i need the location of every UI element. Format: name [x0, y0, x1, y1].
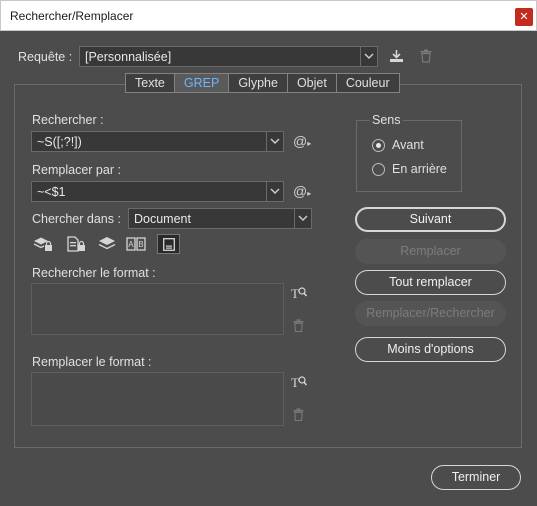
footnotes-toggle[interactable] — [157, 234, 180, 254]
special-characters-icon[interactable]: @▸ — [293, 133, 311, 149]
trash-icon[interactable] — [293, 319, 304, 332]
replace-format-box[interactable] — [31, 372, 284, 426]
direction-group — [356, 120, 462, 192]
chevron-down-icon[interactable] — [266, 132, 283, 151]
query-dropdown[interactable]: [Personnalisée] — [79, 46, 378, 67]
close-button[interactable]: ✕ — [515, 8, 533, 26]
replace-value: ~<$1 — [37, 185, 66, 199]
search-label: Rechercher : — [32, 113, 104, 127]
replace-find-button[interactable]: Remplacer/Rechercher — [355, 301, 506, 326]
svg-text:A: A — [128, 240, 134, 249]
radio-forward-label[interactable]: Avant — [392, 138, 424, 152]
fewer-options-button[interactable]: Moins d'options — [355, 337, 506, 362]
hidden-layers-icon[interactable] — [98, 236, 116, 251]
done-button[interactable]: Terminer — [431, 465, 521, 490]
search-value: ~S([;?!]) — [37, 135, 82, 149]
search-input[interactable]: ~S([;?!]) — [31, 131, 284, 152]
close-icon: ✕ — [519, 11, 529, 23]
find-format-label: Rechercher le format : — [32, 266, 156, 280]
svg-text:T: T — [291, 286, 299, 300]
query-label: Requête : — [18, 50, 73, 64]
title-bar: Rechercher/Remplacer ✕ — [0, 0, 537, 31]
replace-button[interactable]: Remplacer — [355, 239, 506, 264]
chevron-down-icon[interactable] — [266, 182, 283, 201]
scope-dropdown[interactable]: Document — [128, 208, 312, 229]
locked-layers-icon[interactable] — [33, 236, 53, 252]
replace-label: Remplacer par : — [32, 163, 121, 177]
find-format-box[interactable] — [31, 283, 284, 335]
window-title: Rechercher/Remplacer — [10, 9, 134, 23]
tab-texte[interactable]: Texte — [126, 74, 175, 92]
replace-format-label: Remplacer le format : — [32, 355, 152, 369]
tab-couleur[interactable]: Couleur — [337, 74, 399, 92]
specify-format-icon[interactable]: T — [291, 374, 307, 389]
tab-grep[interactable]: GREP — [174, 74, 230, 92]
scope-value: Document — [134, 212, 191, 226]
specify-format-icon[interactable]: T — [291, 285, 307, 300]
radio-backward-label[interactable]: En arrière — [392, 162, 447, 176]
radio-backward[interactable] — [372, 163, 385, 176]
chevron-down-icon — [294, 209, 311, 228]
replace-input[interactable]: ~<$1 — [31, 181, 284, 202]
tab-objet[interactable]: Objet — [288, 74, 337, 92]
svg-text:B: B — [138, 240, 143, 249]
chevron-down-icon — [360, 47, 377, 66]
save-query-icon[interactable] — [389, 49, 404, 63]
next-button[interactable]: Suivant — [355, 207, 506, 232]
radio-forward[interactable] — [372, 139, 385, 152]
locked-stories-icon[interactable] — [66, 236, 86, 252]
direction-legend: Sens — [370, 113, 403, 127]
trash-icon[interactable] — [293, 408, 304, 421]
special-characters-icon[interactable]: @▸ — [293, 183, 311, 199]
svg-text:T: T — [291, 375, 299, 389]
replace-all-button[interactable]: Tout remplacer — [355, 270, 506, 295]
tab-bar: Texte GREP Glyphe Objet Couleur — [125, 73, 400, 93]
tab-glyphe[interactable]: Glyphe — [229, 74, 288, 92]
master-pages-icon[interactable]: A B — [126, 236, 146, 251]
footnotes-icon — [163, 238, 175, 251]
scope-label: Chercher dans : — [32, 212, 121, 226]
query-value: [Personnalisée] — [85, 50, 172, 64]
trash-icon[interactable] — [420, 49, 432, 63]
